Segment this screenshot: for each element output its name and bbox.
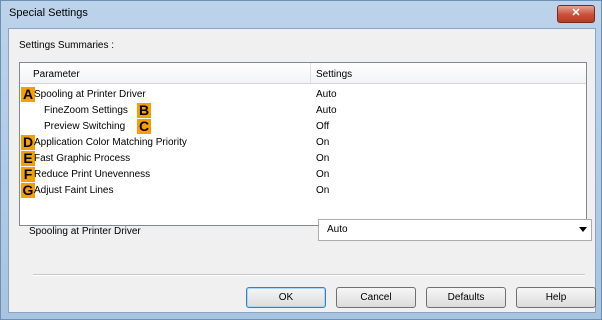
list-item[interactable]: F Reduce Print Unevenness On [20,167,586,183]
callout-marker-c: C [137,118,151,134]
list-header: Parameter Settings [20,63,586,84]
parameter-value: Off [316,121,330,132]
title-bar[interactable]: Special Settings ✕ [1,1,601,25]
parameter-value: Auto [316,105,337,116]
list-item[interactable]: G Adjust Faint Lines On [20,183,586,199]
spooling-dropdown[interactable]: Auto [318,219,592,241]
parameter-value: On [316,153,330,164]
special-settings-dialog: Special Settings ✕ Settings Summaries : … [0,0,602,320]
settings-summaries-label: Settings Summaries : [19,40,115,51]
parameter-value: On [316,169,330,180]
callout-marker-d: D [21,134,35,150]
list-item[interactable]: E Fast Graphic Process On [20,151,586,167]
column-header-settings[interactable]: Settings [316,69,352,80]
close-button[interactable]: ✕ [557,5,595,23]
parameter-name: Fast Graphic Process [34,153,131,164]
column-divider[interactable] [310,63,311,83]
cancel-button[interactable]: Cancel [336,287,416,308]
dropdown-selected-value: Auto [327,224,348,235]
ok-button[interactable]: OK [246,287,326,308]
parameter-name: Preview Switching [44,121,126,132]
callout-marker-g: G [21,182,35,198]
list-item[interactable]: A Spooling at Printer Driver Auto [20,87,586,103]
window-title: Special Settings [9,7,88,19]
list-item[interactable]: Preview Switching C Off [20,119,586,135]
parameter-name: FineZoom Settings [44,105,128,116]
close-icon: ✕ [571,7,581,19]
list-item[interactable]: D Application Color Matching Priority On [20,135,586,151]
spooling-option-label: Spooling at Printer Driver [29,226,141,237]
parameter-value: Auto [316,89,337,100]
callout-marker-a: A [21,86,35,102]
parameter-name: Application Color Matching Priority [34,137,187,148]
dialog-content: Settings Summaries : Parameter Settings … [8,28,596,313]
callout-marker-b: B [137,102,151,118]
settings-summary-list[interactable]: Parameter Settings A Spooling at Printer… [19,62,587,226]
parameter-value: On [316,137,330,148]
callout-marker-f: F [21,167,35,182]
callout-marker-e: E [21,151,35,166]
parameter-name: Reduce Print Unevenness [34,169,151,180]
column-header-parameter[interactable]: Parameter [33,69,80,80]
help-button[interactable]: Help [516,287,596,308]
defaults-button[interactable]: Defaults [426,287,506,308]
separator [33,274,585,276]
parameter-name: Adjust Faint Lines [34,185,114,196]
list-item[interactable]: FineZoom Settings B Auto [20,103,586,119]
parameter-value: On [316,185,330,196]
parameter-name: Spooling at Printer Driver [34,89,146,100]
chevron-down-icon[interactable] [579,227,587,232]
